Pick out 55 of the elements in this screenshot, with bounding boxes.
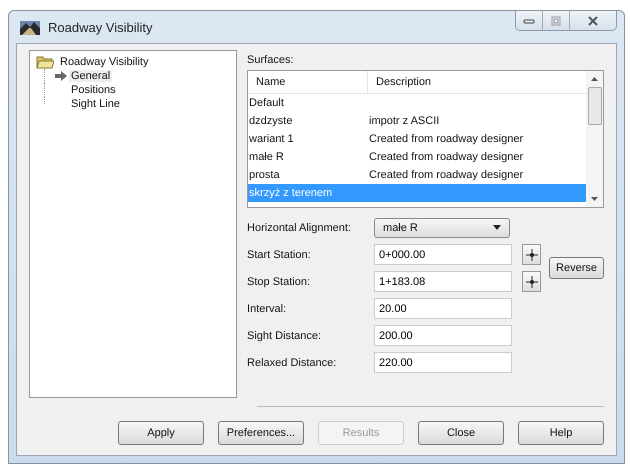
- reverse-button[interactable]: Reverse: [549, 257, 604, 279]
- column-header[interactable]: Name: [248, 71, 368, 93]
- table-cell-text: dzdzyste: [248, 115, 294, 127]
- minimize-button[interactable]: [516, 11, 543, 30]
- tree-item[interactable]: General: [69, 70, 112, 82]
- table-cell-text: wariant 1: [248, 133, 295, 145]
- tree-item[interactable]: Roadway Visibility: [58, 56, 150, 68]
- close-icon: [587, 16, 599, 26]
- input-field[interactable]: 200.00: [374, 325, 512, 346]
- list-row[interactable]: dzdzyste impotr z ASCII: [248, 112, 586, 130]
- maximize-icon: [550, 16, 562, 26]
- input-field[interactable]: 220.00: [374, 352, 512, 373]
- table-cell: impotr z ASCII: [368, 115, 440, 127]
- field-label: Stop Station:: [247, 276, 312, 288]
- field-label: Sight Distance:: [247, 330, 322, 342]
- dialog-button[interactable]: Preferences...: [218, 421, 304, 445]
- window-title: Roadway Visibility: [48, 20, 153, 34]
- minimize-icon: [523, 16, 535, 24]
- pick-button[interactable]: [522, 271, 542, 292]
- scrollbar[interactable]: [586, 71, 603, 207]
- dialog-button[interactable]: Close: [418, 421, 504, 445]
- road-icon: [20, 19, 40, 35]
- table-cell-text: skrzyż z terenem: [248, 187, 334, 199]
- crosshair-icon: [526, 248, 538, 260]
- dialog-button[interactable]: Apply: [118, 421, 204, 445]
- column-header[interactable]: Description: [368, 71, 440, 93]
- scroll-up-icon[interactable]: [591, 77, 598, 81]
- table-cell: Created from roadway designer: [368, 151, 524, 163]
- input-field[interactable]: 20.00: [374, 298, 512, 319]
- list-row[interactable]: wariant 1 Created from roadway designer: [248, 130, 586, 148]
- scroll-thumb[interactable]: [588, 87, 602, 125]
- list-row[interactable]: małe R Created from roadway designer: [248, 148, 586, 166]
- table-cell-text: Default: [248, 97, 285, 109]
- input-field[interactable]: 0+000.00: [374, 244, 512, 265]
- list-row[interactable]: prosta Created from roadway designer: [248, 166, 586, 184]
- close-button[interactable]: [570, 11, 616, 30]
- field-label: Start Station:: [247, 248, 312, 260]
- scroll-down-icon[interactable]: [591, 197, 598, 201]
- field-label: Horizontal Alignment:: [247, 222, 352, 234]
- table-cell-text: małe R: [248, 151, 285, 163]
- table-cell: Created from roadway designer: [368, 169, 524, 181]
- alignment-dropdown[interactable]: małe R: [374, 218, 510, 238]
- pick-button[interactable]: [522, 244, 542, 265]
- input-field[interactable]: 1+183.08: [374, 271, 512, 292]
- surfaces-label: Surfaces:: [247, 54, 294, 66]
- dialog-button[interactable]: Help: [518, 421, 604, 445]
- field-label: Interval:: [247, 302, 288, 314]
- tree-item[interactable]: Positions: [69, 84, 118, 96]
- caret-icon: [493, 225, 502, 230]
- field-label: Relaxed Distance:: [247, 356, 338, 368]
- table-cell-text: prosta: [248, 169, 281, 181]
- crosshair-icon: [526, 276, 538, 288]
- list-row[interactable]: Default: [248, 94, 586, 112]
- table-cell: Created from roadway designer: [368, 133, 524, 145]
- tree-item[interactable]: Sight Line: [69, 98, 122, 110]
